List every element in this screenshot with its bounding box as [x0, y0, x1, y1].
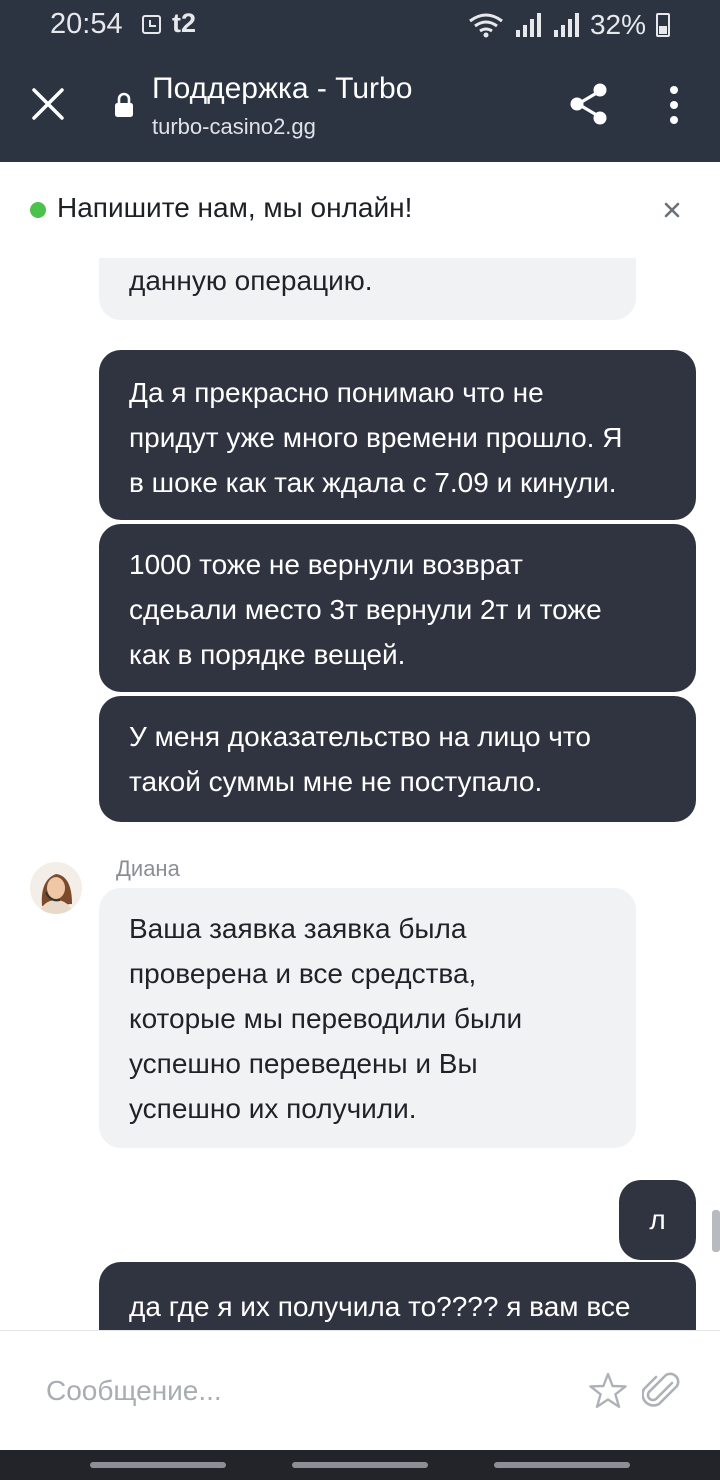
page-url[interactable]: turbo-casino2.gg [152, 114, 316, 140]
message-outgoing: У меня доказательство на лицо что такой … [99, 696, 696, 822]
close-icon[interactable] [660, 198, 684, 222]
message-line: придут уже много времени прошло. Я [129, 422, 623, 453]
message-composer [0, 1330, 720, 1450]
message-outgoing: Да я прекрасно понимаю что не придут уже… [99, 350, 696, 520]
message-outgoing: л [619, 1180, 696, 1260]
message-line: 1000 тоже не вернули возврат [129, 549, 523, 580]
chat-messages[interactable]: данную операцию. Да я прекрасно понимаю … [0, 258, 720, 1330]
signal-icon [553, 13, 579, 37]
close-icon[interactable] [30, 86, 66, 122]
scrollbar-thumb[interactable] [712, 1210, 720, 1252]
agent-name: Диана [116, 856, 180, 881]
message-line: как в порядке вещей. [129, 639, 406, 670]
system-nav-bar [0, 1450, 720, 1480]
banner-text: Напишите нам, мы онлайн! [57, 192, 413, 223]
more-vert-icon[interactable] [664, 84, 684, 126]
message-line: успешно переведены и Вы [129, 1048, 478, 1079]
message-line: да где я их получила то???? я вам все [129, 1291, 631, 1322]
lock-icon [115, 92, 133, 117]
status-bar: 20:54 t2 32% [0, 0, 720, 50]
nav-handle[interactable] [90, 1462, 226, 1468]
message-line: которые мы переводили были [129, 1003, 523, 1034]
message-line: сдеьали место 3т вернули 2т и тоже [129, 594, 602, 625]
agent-avatar-image [30, 862, 82, 914]
message-line: У меня доказательство на лицо что [129, 721, 591, 752]
wifi-icon [469, 13, 503, 38]
star-icon[interactable] [588, 1371, 628, 1411]
battery-icon [656, 13, 670, 37]
message-outgoing: 1000 тоже не вернули возврат сдеьали мес… [99, 524, 696, 692]
chat-online-banner: Напишите нам, мы онлайн! [0, 162, 720, 258]
message-input[interactable] [30, 1361, 570, 1421]
status-time: 20:54 [50, 8, 123, 40]
nav-handle[interactable] [292, 1462, 428, 1468]
message-outgoing: да где я их получила то???? я вам все [99, 1262, 696, 1330]
signal-icon [515, 13, 541, 37]
message-line: проверена и все средства, [129, 958, 477, 989]
paperclip-icon[interactable] [642, 1369, 680, 1411]
message-incoming: Ваша заявка заявка была проверена и все … [99, 888, 636, 1148]
message-line: данную операцию. [129, 265, 373, 296]
message-incoming: данную операцию. [99, 258, 636, 320]
message-line: в шоке как так ждала с 7.09 и кинули. [129, 467, 617, 498]
status-right: 32% [468, 8, 670, 42]
page-title: Поддержка - Turbo [152, 72, 413, 105]
message-line: такой суммы мне не поступало. [129, 766, 543, 797]
share-icon[interactable] [568, 82, 610, 126]
message-line: Да я прекрасно понимаю что не [129, 377, 544, 408]
browser-header: 20:54 t2 32% Поддержка - Turbo turbo-cas… [0, 0, 720, 162]
message-line: Ваша заявка заявка была [129, 913, 467, 944]
agent-avatar [30, 862, 82, 914]
battery-percent: 32% [589, 9, 646, 40]
alarm-icon [142, 15, 161, 34]
carrier-label: t2 [172, 8, 197, 38]
message-line: л [649, 1204, 666, 1235]
online-status-dot [30, 202, 46, 218]
nav-handle[interactable] [494, 1462, 630, 1468]
message-line: успешно их получили. [129, 1093, 417, 1124]
